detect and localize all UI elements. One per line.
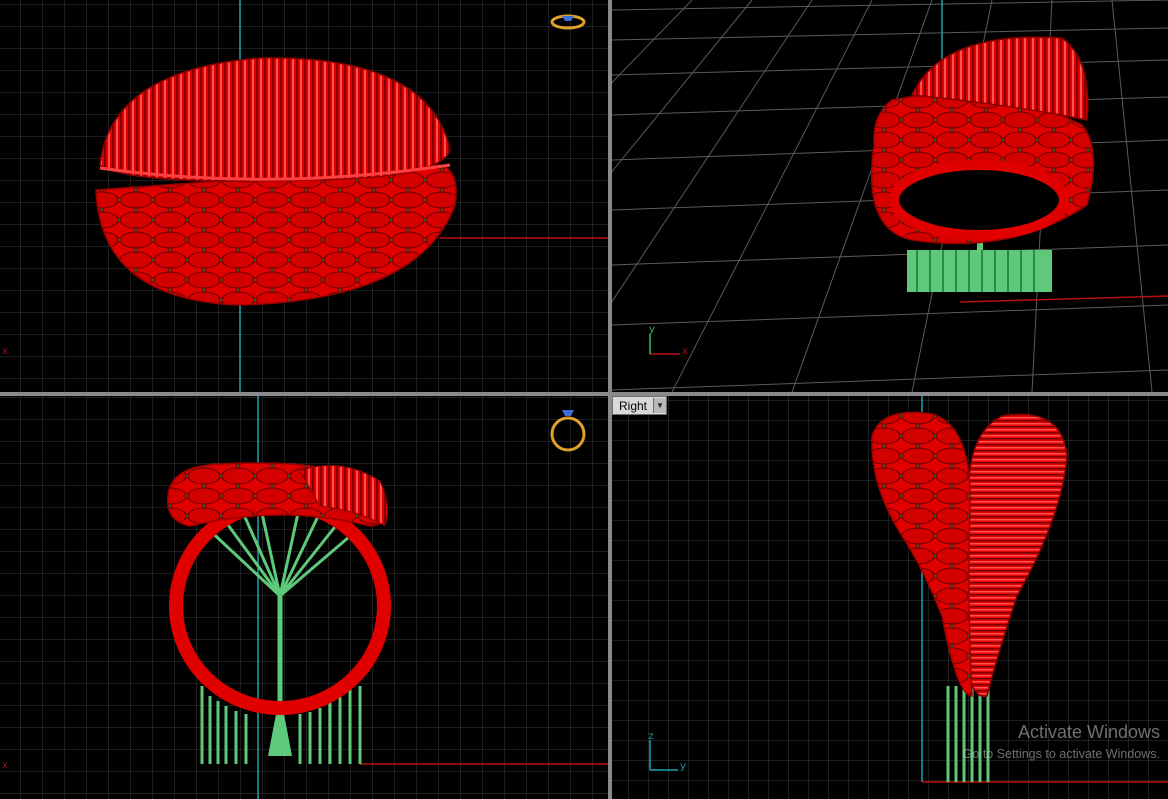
x-axis-line [959,295,1168,303]
axis-gizmo [649,334,680,355]
viewport-perspective[interactable]: x y [612,0,1168,392]
viewport-label-right[interactable]: Right ▼ [612,396,668,415]
activation-watermark: Activate Windows [1018,722,1160,743]
activation-watermark-sub: Go to Settings to activate Windows. [963,747,1160,761]
axis-x-label: x [682,347,689,358]
ring-model-perspective[interactable] [870,36,1095,245]
viewport-label-text: Right [619,398,648,413]
watermark-subtitle: Go to Settings to activate Windows. [962,747,1160,761]
axis-y-label: y [680,762,687,773]
watermark-title: Activate Windows [1017,722,1160,742]
viewport-perspective-canvas[interactable] [612,0,1168,392]
axis-x-label: x [2,347,9,358]
axis-y-label: y [649,325,656,336]
viewport-front[interactable]: x [0,396,608,799]
viewport-top[interactable]: x [0,0,608,392]
viewport-front-canvas[interactable] [0,396,608,799]
axis-x-label: x [2,761,9,772]
viewport-top-canvas[interactable] [0,0,608,392]
viewport-menu-arrow-icon[interactable]: ▼ [653,398,667,413]
viewport-splitter-horizontal[interactable] [0,392,1168,396]
grid [0,396,608,799]
axis-z-label: z [648,732,655,743]
